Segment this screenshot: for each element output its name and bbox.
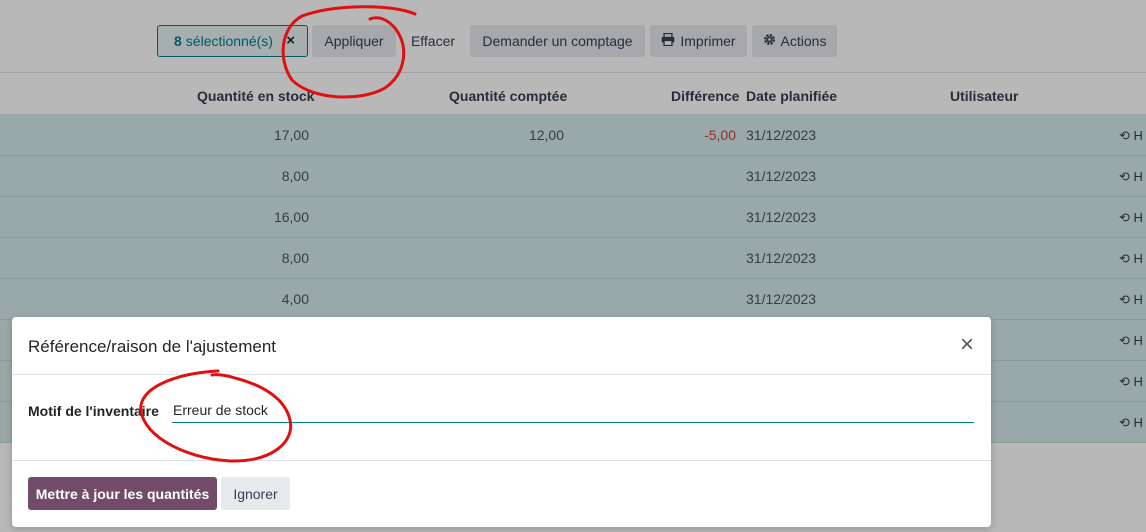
ignore-button[interactable]: Ignorer <box>221 477 290 510</box>
modal-footer: Mettre à jour les quantités Ignorer <box>12 461 991 527</box>
inventory-reason-label: Motif de l'inventaire <box>28 403 159 419</box>
modal-title: Référence/raison de l'ajustement <box>28 337 276 356</box>
update-quantities-button[interactable]: Mettre à jour les quantités <box>28 477 217 510</box>
adjustment-reason-dialog: Référence/raison de l'ajustement × Motif… <box>12 317 991 527</box>
close-icon[interactable]: × <box>956 333 978 357</box>
modal-body: Motif de l'inventaire <box>12 375 991 461</box>
inventory-reason-input[interactable] <box>172 397 974 423</box>
modal-header: Référence/raison de l'ajustement × <box>12 317 991 375</box>
